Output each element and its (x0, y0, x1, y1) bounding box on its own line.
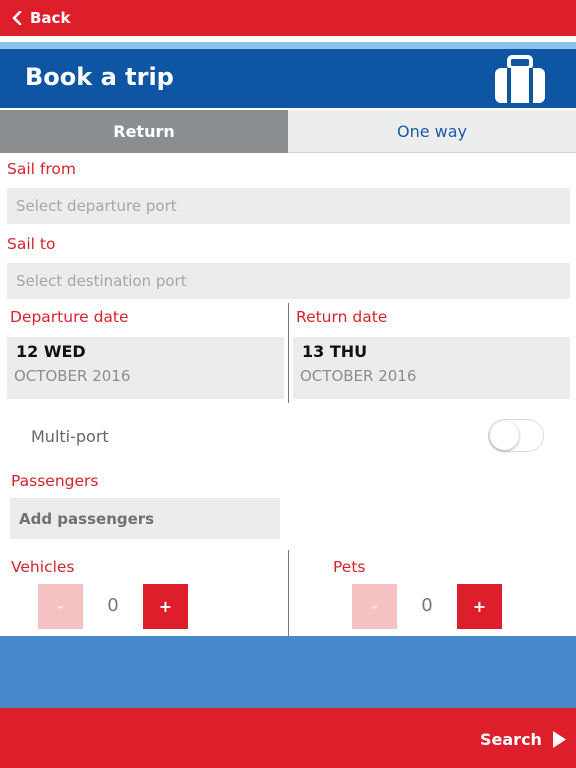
return-date-label: Return date (296, 308, 388, 326)
toggle-knob (490, 421, 519, 450)
back-label: Back (30, 9, 71, 27)
vehicles-label: Vehicles (11, 558, 75, 576)
sail-to-label: Sail to (7, 235, 56, 253)
return-day: 13 THU (302, 342, 368, 361)
departure-port-field[interactable]: Select departure port (7, 188, 570, 224)
luggage-icon (495, 55, 545, 103)
sail-from-label: Sail from (7, 160, 76, 178)
page-header: Book a trip (0, 49, 576, 108)
return-date-picker[interactable]: 13 THU OCTOBER 2016 (293, 337, 570, 399)
add-passengers-button[interactable]: Add passengers (10, 498, 280, 539)
search-button[interactable]: Search (480, 730, 567, 749)
bottom-bar: Search (0, 708, 576, 768)
tab-return[interactable]: Return (0, 110, 288, 153)
vehicles-count: 0 (107, 595, 119, 616)
date-divider (288, 303, 289, 403)
pets-count: 0 (421, 595, 433, 616)
pets-minus-button[interactable]: - (352, 584, 397, 629)
destination-port-field[interactable]: Select destination port (7, 263, 570, 299)
footer-band (0, 636, 576, 708)
departure-day: 12 WED (16, 342, 86, 361)
multi-port-toggle[interactable] (488, 419, 544, 452)
pets-label: Pets (333, 558, 366, 576)
page-title: Book a trip (25, 63, 174, 91)
multi-port-label: Multi-port (31, 427, 109, 446)
departure-date-picker[interactable]: 12 WED OCTOBER 2016 (7, 337, 284, 399)
vehicles-minus-button[interactable]: - (38, 584, 83, 629)
trip-type-tabs: Return One way (0, 110, 576, 153)
divider-stripe-blue (0, 42, 576, 49)
chevron-left-icon (12, 11, 22, 25)
vehicles-plus-button[interactable]: + (143, 584, 188, 629)
pets-plus-button[interactable]: + (457, 584, 502, 629)
play-arrow-icon (552, 731, 566, 748)
back-button[interactable]: Back (12, 6, 70, 30)
counter-divider (288, 550, 289, 636)
return-month: OCTOBER 2016 (300, 367, 417, 385)
departure-month: OCTOBER 2016 (14, 367, 131, 385)
departure-date-label: Departure date (10, 308, 129, 326)
tab-one-way[interactable]: One way (288, 110, 576, 153)
search-label: Search (480, 730, 542, 749)
top-bar: Back (0, 0, 576, 36)
passengers-label: Passengers (11, 472, 99, 490)
